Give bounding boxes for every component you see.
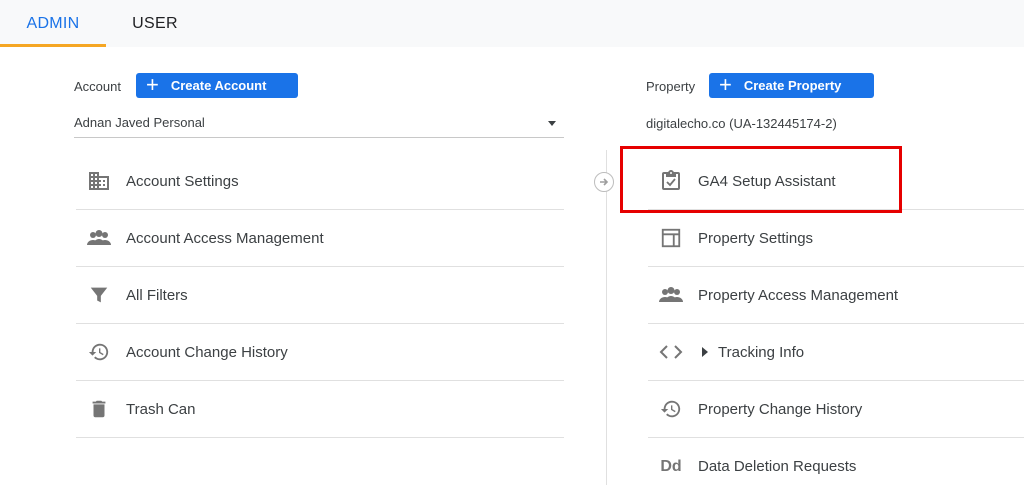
column-divider xyxy=(606,150,607,485)
menu-item-label: All Filters xyxy=(126,286,188,304)
account-selector-value: Adnan Javed Personal xyxy=(74,115,205,130)
dropdown-caret-icon xyxy=(548,121,556,126)
menu-item-label: Account Settings xyxy=(126,172,239,190)
code-icon xyxy=(658,339,684,365)
building-icon xyxy=(86,168,112,194)
people-icon xyxy=(658,282,684,308)
plus-icon: + xyxy=(719,71,732,97)
expand-arrow-icon[interactable] xyxy=(702,347,708,357)
create-account-label: Create Account xyxy=(170,78,267,93)
arrow-right-icon xyxy=(594,172,614,192)
trash-icon xyxy=(86,396,112,422)
filter-icon xyxy=(86,282,112,308)
menu-item-account-access-management[interactable]: Account Access Management xyxy=(76,210,564,267)
active-tab-indicator xyxy=(0,44,106,47)
menu-item-property-change-history[interactable]: Property Change History xyxy=(648,381,1024,438)
create-property-label: Create Property xyxy=(743,78,842,93)
history-icon xyxy=(658,396,684,422)
property-label: Property xyxy=(646,79,696,94)
menu-item-data-deletion-requests[interactable]: Dd Data Deletion Requests xyxy=(648,438,1024,485)
history-icon xyxy=(86,339,112,365)
tab-bar: ADMIN USER xyxy=(0,0,1024,47)
menu-item-label: Data Deletion Requests xyxy=(698,458,857,475)
dd-icon: Dd xyxy=(658,454,684,480)
tab-user-label: USER xyxy=(132,14,178,32)
menu-item-label: GA4 Setup Assistant xyxy=(698,172,836,190)
menu-item-label: Account Change History xyxy=(126,343,288,361)
menu-item-all-filters[interactable]: All Filters xyxy=(76,267,564,324)
layout-icon xyxy=(658,225,684,251)
menu-item-ga4-setup-assistant[interactable]: GA4 Setup Assistant xyxy=(648,153,1024,210)
plus-icon: + xyxy=(146,71,159,97)
tab-admin-label: ADMIN xyxy=(26,14,80,32)
people-icon xyxy=(86,225,112,251)
account-selector[interactable]: Adnan Javed Personal xyxy=(74,108,564,138)
create-account-button[interactable]: + Create Account xyxy=(136,73,298,98)
property-selector[interactable]: digitalecho.co (UA-132445174-2) xyxy=(646,108,1024,138)
menu-item-tracking-info[interactable]: Tracking Info xyxy=(648,324,1024,381)
menu-item-label: Property Change History xyxy=(698,400,863,418)
tab-user[interactable]: USER xyxy=(106,0,204,47)
account-label: Account xyxy=(74,79,121,94)
menu-item-account-settings[interactable]: Account Settings xyxy=(76,153,564,210)
menu-item-label: Trash Can xyxy=(126,400,196,418)
menu-item-property-settings[interactable]: Property Settings xyxy=(648,210,1024,267)
menu-item-property-access-management[interactable]: Property Access Management xyxy=(648,267,1024,324)
menu-item-label: Property Access Management xyxy=(698,286,899,304)
menu-item-trash-can[interactable]: Trash Can xyxy=(76,381,564,438)
property-selector-value: digitalecho.co (UA-132445174-2) xyxy=(646,115,837,131)
dd-icon-text: Dd xyxy=(660,457,682,475)
create-property-button[interactable]: + Create Property xyxy=(709,73,874,98)
tab-admin[interactable]: ADMIN xyxy=(0,0,106,47)
menu-item-label: Property Settings xyxy=(698,229,814,247)
menu-item-label: Tracking Info xyxy=(718,343,805,361)
menu-item-label: Account Access Management xyxy=(126,229,324,247)
menu-item-account-change-history[interactable]: Account Change History xyxy=(76,324,564,381)
clipboard-check-icon xyxy=(658,168,684,194)
